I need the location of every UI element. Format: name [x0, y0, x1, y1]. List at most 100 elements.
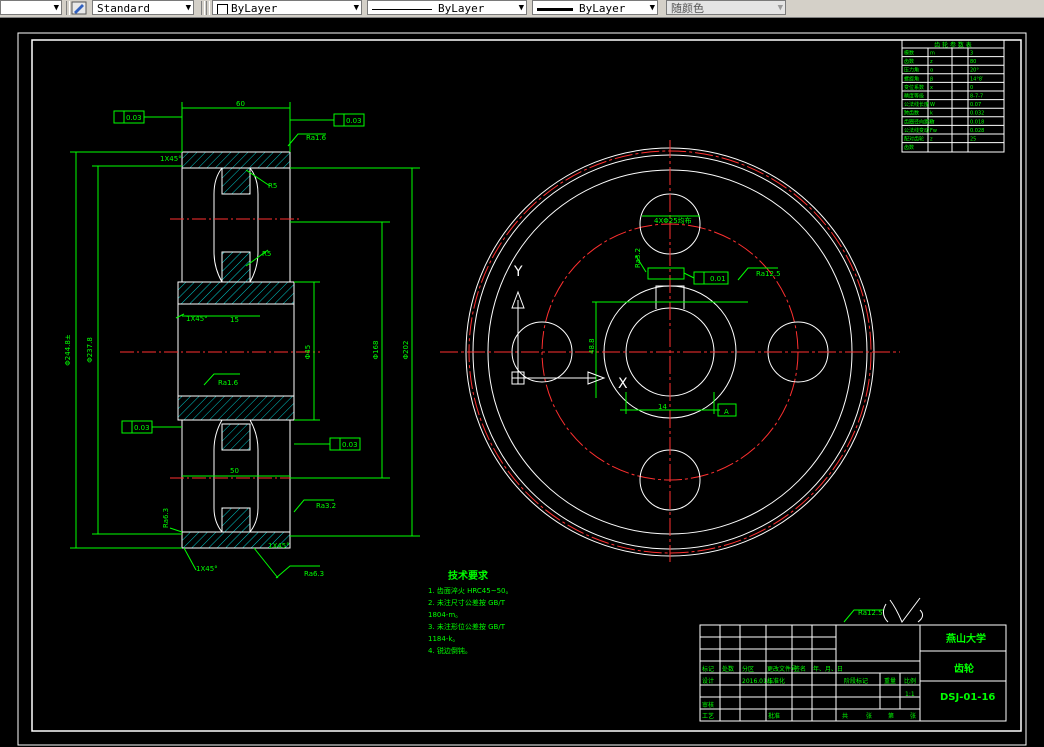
dim-dia-outer: Φ244.8±: [64, 334, 72, 366]
text-style-select[interactable]: Standard ▼: [92, 0, 194, 15]
parameter-cell: Fw: [930, 128, 937, 134]
text-style-value: Standard: [97, 2, 150, 15]
tb-drawing-no: DSJ-01-16: [940, 692, 995, 703]
tb-label-design: 设计: [702, 677, 714, 685]
parameter-cell: 0.018: [970, 119, 984, 125]
tb-label-sheet: 张: [910, 712, 916, 720]
section-view: [120, 151, 320, 549]
parameter-cell: z: [930, 137, 933, 143]
layer-color-select[interactable]: ByLayer ▼: [212, 0, 362, 15]
parameter-cell: 0.032: [970, 111, 984, 117]
parameter-table-rows: 模数 m 3 齿数 z 80 压力角 α 20° 螺旋角 β 14°8′ 变位系数 x 0 精度等级 8-7-7…: [902, 47, 1004, 151]
tolerance-bottom-right: 0.03: [342, 441, 358, 449]
parameter-cell: 精度等级: [904, 93, 924, 100]
tb-label-date: 年、月、日: [813, 665, 843, 673]
parameter-cell: x: [930, 85, 933, 91]
dim-keyway: 48.8: [588, 338, 596, 354]
parameter-cell: 跨齿数: [904, 110, 919, 117]
drawing-frame: [31, 39, 1022, 732]
parameter-cell: α: [930, 68, 934, 74]
dim-chamfer-foot: 1X45°: [196, 565, 218, 573]
parameter-cell: 配对齿轮: [904, 136, 924, 143]
dim-radius-top: R5: [268, 182, 277, 190]
dim-web-width: 50: [230, 467, 239, 475]
tb-label-process: 工艺: [702, 712, 714, 720]
parameter-cell: z: [930, 59, 933, 65]
parameter-cell: 0: [970, 85, 973, 91]
dim-chamfer-top: 1X45°: [160, 155, 182, 163]
roughness-top: Ra1.6: [306, 134, 327, 142]
roughness-bore: Ra1.6: [218, 379, 239, 387]
title-block-main: 燕山大学 齿轮 DSJ-01-16: [940, 632, 995, 703]
chevron-down-icon: ▼: [185, 3, 191, 13]
tech-item-3: 1804-m。: [428, 611, 462, 619]
first-dropdown[interactable]: ▼: [0, 0, 62, 15]
parameter-cell: 3: [970, 51, 973, 57]
datum-a: A: [724, 408, 729, 416]
tb-label-review: 审核: [702, 701, 714, 709]
parameter-cell: 14°8′: [970, 76, 984, 82]
tb-label-approve: 批准: [768, 712, 780, 720]
text-style-icon[interactable]: [71, 1, 87, 15]
tb-label-zone: 分区: [742, 665, 754, 673]
roughness-web: Ra3.2: [316, 502, 336, 510]
dim-dia-root: Φ237.8: [86, 337, 94, 363]
plot-style-select[interactable]: 随颜色 ▼: [666, 0, 786, 15]
axis-y-label: Y: [513, 264, 523, 280]
roughness-bottom: Ra6.3: [304, 570, 324, 578]
roughness-keyway: Ra3.2: [634, 248, 642, 268]
dim-dia-web: Φ168: [372, 341, 380, 360]
chevron-down-icon: ▼: [518, 3, 524, 13]
lineweight-preview-icon: [537, 7, 573, 11]
parameter-cell: 压力角: [904, 67, 919, 74]
parameter-cell: k: [930, 111, 933, 117]
parameter-cell: Fr: [930, 119, 936, 125]
parameter-table-header: 齿 轮 参 数 表: [934, 41, 972, 49]
toolbar-separator: [206, 1, 210, 15]
chevron-down-icon: ▼: [777, 3, 783, 13]
parameter-cell: 8-7-7: [970, 94, 983, 100]
properties-toolbar: ▼ Standard ▼ ByLayer ▼ ByLayer ▼ ByLayer ▼ 随…: [0, 0, 1044, 18]
front-view: [440, 140, 900, 562]
sheet-border: [17, 32, 1027, 746]
tb-label-standard: 标准化: [767, 677, 785, 685]
parameter-cell: 80: [970, 59, 976, 65]
chevron-down-icon: ▼: [649, 3, 655, 13]
dim-dia-rim: Φ202: [402, 341, 410, 360]
parameter-cell: 螺旋角: [904, 75, 919, 82]
dim-holes: 4XΦ25均布: [654, 216, 692, 225]
tb-scale: 1:1: [905, 691, 915, 698]
parameter-cell: β: [930, 76, 933, 82]
tb-university: 燕山大学: [946, 632, 986, 645]
dim-chamfer-hub: 1X45°: [186, 315, 208, 323]
tech-requirements-title: 技术要求: [448, 569, 489, 582]
tb-label-scale: 比例: [904, 677, 916, 685]
tolerance-top-right: 0.03: [346, 117, 362, 125]
general-roughness: Ra12.5: [858, 597, 924, 623]
parameter-cell: 25: [970, 137, 976, 143]
parameter-cell: 模数: [904, 50, 914, 57]
axis-labels: Y X: [513, 264, 628, 392]
lineweight-select[interactable]: ByLayer ▼: [532, 0, 658, 15]
parameter-cell: 公法线变动: [904, 127, 929, 134]
tolerance-bottom-left: 0.03: [134, 424, 150, 432]
parameter-cell: m: [930, 51, 935, 57]
toolbar-separator: [201, 1, 205, 15]
drawing-canvas[interactable]: 60 Φ244.8± Φ237.8 Φ202 Φ168 Φ45 50 15 1X…: [0, 18, 1044, 747]
linetype-select[interactable]: ByLayer ▼: [367, 0, 527, 15]
parameter-cell: 0.028: [970, 128, 984, 134]
tb-label-total: 共: [842, 712, 848, 720]
linetype-preview-icon: [372, 8, 432, 10]
axis-x-label: X: [618, 376, 628, 392]
parameter-cell: 齿数: [904, 58, 914, 65]
tolerance-keyway: 0.01: [710, 275, 726, 283]
tb-label-stage: 阶段标记: [844, 677, 868, 685]
layer-color-value: ByLayer: [231, 2, 278, 15]
parameter-cell: 齿数: [904, 144, 914, 151]
tech-item-1: 1. 齿面淬火 HRC45~50。: [428, 586, 512, 595]
linetype-value: ByLayer: [438, 2, 485, 15]
dim-dia-bore: Φ45: [304, 345, 312, 359]
parameter-cell: 公法线长度: [904, 101, 929, 108]
chevron-down-icon: ▼: [53, 3, 59, 13]
parameter-cell: 变位系数: [904, 84, 924, 91]
